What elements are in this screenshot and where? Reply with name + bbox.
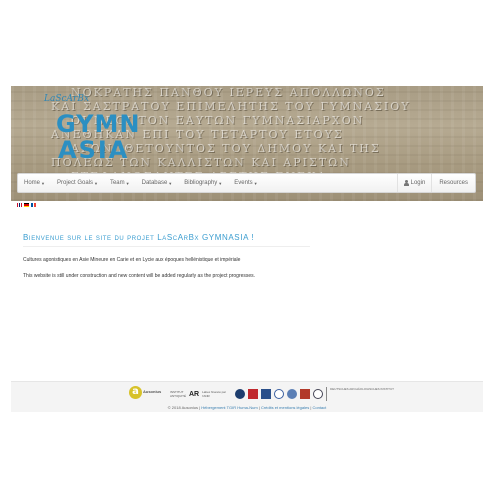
nav-item-label: Database <box>141 180 168 186</box>
intro-text-en: This website is still under construction… <box>23 273 256 279</box>
title-divider <box>23 246 310 247</box>
nav-item-label: Project Goals <box>56 180 93 186</box>
resources-label: Resources <box>439 180 468 186</box>
labex-logo[interactable]: Labex financé par l'ANR <box>202 390 232 398</box>
nav-item-home[interactable]: Home ▼ <box>18 174 51 192</box>
credits-link[interactable]: Crédits et mentions légales <box>261 405 309 410</box>
page: ΝΟΚΡΑΤΗΣ ΠΑΝΘΟΥ ΙΕΡΕΥΣ ΑΠΟΛΛΩΝΟΣ ΚΑΙ ΣΑΣΤ… <box>0 0 500 500</box>
site-logo[interactable]: LaScArBx GYMN ASIA <box>18 90 140 170</box>
language-switcher <box>17 203 37 207</box>
copyright-text: © 2018 Ausonius <box>167 405 199 410</box>
flag-fr-icon[interactable] <box>31 203 37 207</box>
footer-links: © 2018 Ausonius | Hébergement TGIR Huma-… <box>167 405 327 410</box>
partner-logo-blue[interactable] <box>261 389 272 399</box>
login-link[interactable]: Login <box>396 174 432 192</box>
caret-down-icon: ▼ <box>218 180 223 186</box>
dai-emblem-icon <box>313 389 324 399</box>
contact-link[interactable]: Contact <box>312 405 326 410</box>
partner-round-logo-3[interactable] <box>287 389 298 399</box>
caret-down-icon: ▼ <box>253 180 258 186</box>
page-title: Bienvenue sur le site du projet LaScArBx… <box>23 233 255 242</box>
nav-item-database[interactable]: Database ▼ <box>136 174 179 192</box>
nav-item-events[interactable]: Events ▼ <box>228 174 263 192</box>
institute-logo[interactable]: INSTITUT ANTIQUITÉ <box>170 390 186 398</box>
user-icon <box>403 180 409 186</box>
login-label: Login <box>410 180 426 186</box>
partner-round-logo-2[interactable] <box>274 389 285 399</box>
main-navbar: Home ▼ Project Goals ▼ Team ▼ Database ▼… <box>17 173 476 193</box>
sponsor-logos: a Ausonius INSTITUT ANTIQUITÉ AR Labex f… <box>129 384 398 404</box>
logo-small-text: LaScArBx <box>44 94 90 104</box>
nav-right-group: Login Resources <box>396 174 475 192</box>
caret-down-icon: ▼ <box>94 180 98 186</box>
logo-line-2: ASIA <box>58 136 130 164</box>
nav-item-bibliography[interactable]: Bibliography ▼ <box>178 174 228 192</box>
caret-down-icon: ▼ <box>125 180 130 186</box>
hosting-link[interactable]: Hébergement TGIR Huma-Num <box>201 405 257 410</box>
nav-item-label: Home <box>24 180 41 186</box>
caret-down-icon: ▼ <box>41 180 45 186</box>
nav-item-label: Events <box>234 180 253 186</box>
logo-line-1: GYMN <box>56 110 141 138</box>
resources-link[interactable]: Resources <box>431 174 475 192</box>
ausonius-logo-text: Ausonius <box>143 389 162 394</box>
partner-logo-4[interactable] <box>300 389 311 399</box>
dai-logo[interactable]: DEUTSCHES ARCHÄOLOGISCHES INSTITUT <box>326 387 398 401</box>
intro-text-fr: Cultures agonistiques en Asie Mineure en… <box>23 257 241 263</box>
ausonius-logo[interactable]: a Ausonius <box>129 385 167 403</box>
nav-item-team[interactable]: Team ▼ <box>104 174 136 192</box>
nav-item-project-goals[interactable]: Project Goals ▼ <box>51 174 104 192</box>
nav-item-label: Bibliography <box>184 180 218 186</box>
flag-en-icon[interactable] <box>17 203 22 207</box>
flag-de-icon[interactable] <box>24 203 29 207</box>
ar-logo[interactable]: AR <box>189 391 199 398</box>
partner-round-logo-1[interactable] <box>235 389 246 399</box>
partner-logo-red[interactable] <box>248 389 259 399</box>
caret-down-icon: ▼ <box>168 180 173 186</box>
footer: a Ausonius INSTITUT ANTIQUITÉ AR Labex f… <box>11 381 483 412</box>
ausonius-logo-mark: a <box>129 386 142 399</box>
nav-item-label: Team <box>109 180 125 186</box>
